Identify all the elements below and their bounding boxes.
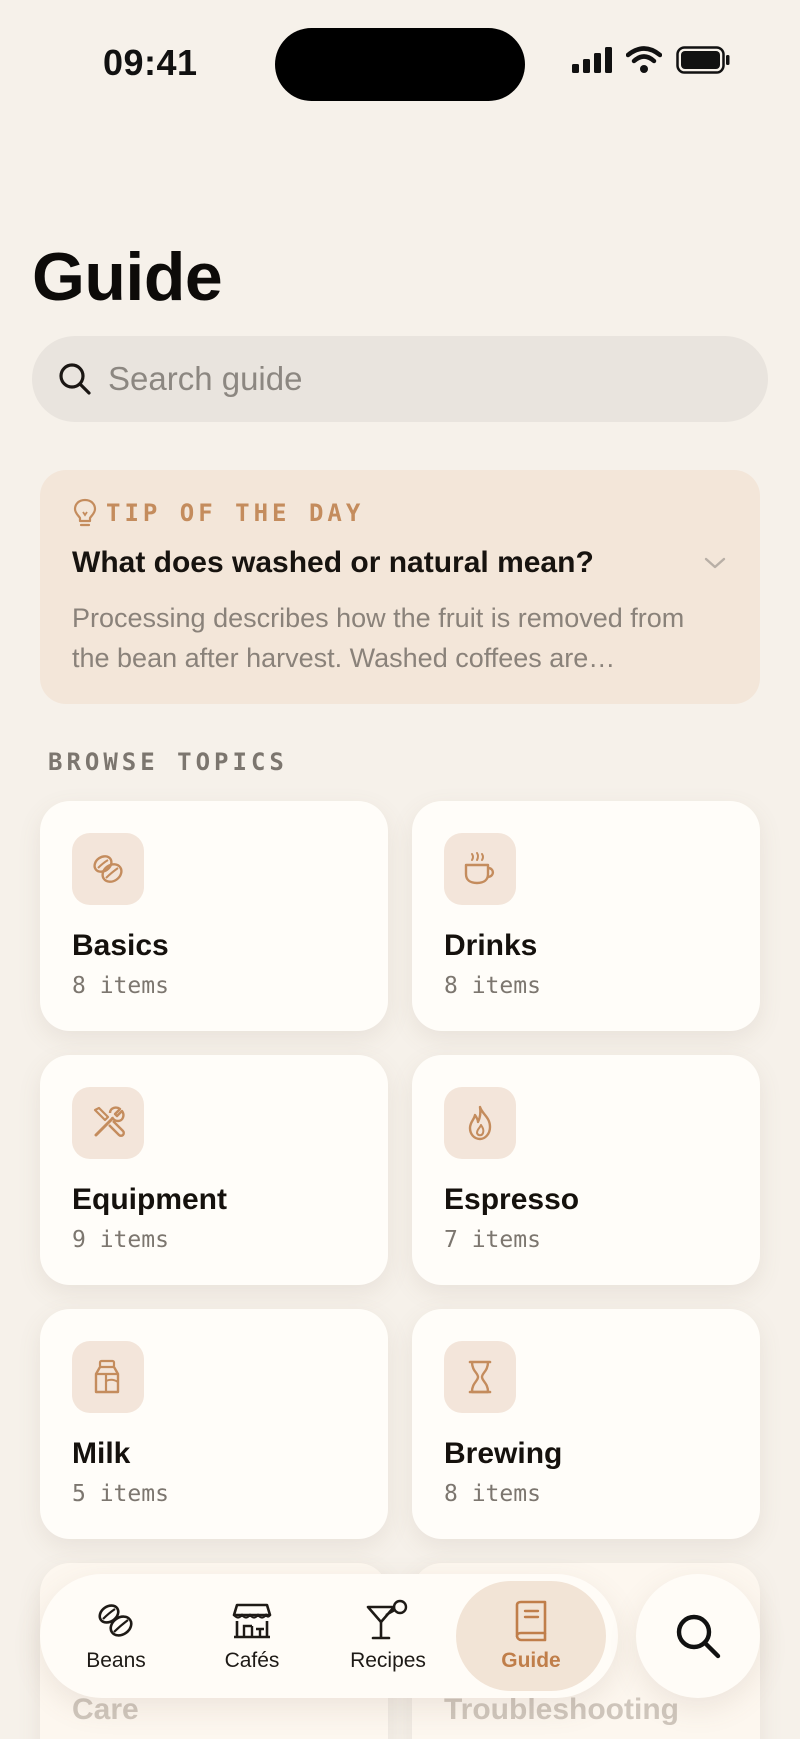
topic-icon-container (444, 833, 516, 905)
topic-card-brewing[interactable]: Brewing 8 items (412, 1309, 760, 1539)
coffee-cup-icon (464, 852, 495, 885)
coffee-bean-icon (93, 855, 123, 883)
tab-beans[interactable]: Beans (48, 1581, 184, 1691)
topic-icon-container (444, 1087, 516, 1159)
status-icons (572, 46, 730, 74)
flame-icon (468, 1105, 492, 1141)
topic-card-equipment[interactable]: Equipment 9 items (40, 1055, 388, 1285)
dynamic-island (275, 28, 525, 101)
tab-recipes[interactable]: Recipes (320, 1581, 456, 1691)
status-bar: 09:41 (0, 0, 800, 130)
cafe-icon (232, 1603, 272, 1639)
tab-label: Beans (86, 1649, 146, 1672)
topic-count: 8 items (444, 1481, 541, 1507)
tip-of-the-day-card[interactable]: TIP OF THE DAY What does washed or natur… (40, 470, 760, 704)
tab-cafes[interactable]: Cafés (184, 1581, 320, 1691)
beans-icon (98, 1604, 133, 1637)
tip-eyebrow: TIP OF THE DAY (72, 498, 728, 528)
tab-label: Guide (501, 1649, 561, 1672)
wifi-icon (626, 46, 662, 73)
hourglass-icon (468, 1360, 492, 1394)
topic-icon-container (72, 1087, 144, 1159)
tip-eyebrow-label: TIP OF THE DAY (106, 499, 365, 527)
status-time: 09:41 (103, 42, 198, 83)
search-fab-button[interactable] (636, 1574, 760, 1698)
tab-label: Recipes (350, 1649, 426, 1672)
topic-count: 5 items (72, 1481, 169, 1507)
topic-icon-container (72, 1341, 144, 1413)
topic-name: Basics (72, 929, 169, 962)
topic-count: 7 items (444, 1227, 541, 1253)
topic-card-drinks[interactable]: Drinks 8 items (412, 801, 760, 1031)
topic-card-milk[interactable]: Milk 5 items (40, 1309, 388, 1539)
topic-name: Care (72, 1693, 139, 1726)
page-title: Guide (32, 239, 223, 315)
topic-name: Brewing (444, 1437, 563, 1470)
tip-answer: Processing describes how the fruit is re… (72, 603, 685, 673)
tab-bar: Beans Cafés Recipes Guide (40, 1574, 618, 1698)
milk-carton-icon (94, 1359, 120, 1394)
battery-icon (676, 46, 730, 74)
tip-question-row[interactable]: What does washed or natural mean? (72, 546, 728, 580)
topic-name: Equipment (72, 1183, 227, 1216)
search-icon (59, 363, 91, 395)
topic-count: 8 items (444, 973, 541, 999)
topic-name: Drinks (444, 929, 538, 962)
tab-label: Cafés (224, 1649, 280, 1672)
topic-count: 9 items (72, 1227, 169, 1253)
cocktail-icon (366, 1599, 408, 1640)
tab-guide[interactable]: Guide (456, 1581, 606, 1691)
chevron-down-icon[interactable] (702, 555, 728, 571)
topic-card-espresso[interactable]: Espresso 7 items (412, 1055, 760, 1285)
search-bar[interactable] (32, 336, 768, 422)
topic-icon-container (72, 833, 144, 905)
signal-icon (572, 47, 612, 73)
topic-count: 8 items (72, 973, 169, 999)
topic-name: Troubleshooting (444, 1693, 679, 1726)
topic-icon-container (444, 1341, 516, 1413)
lightbulb-icon (73, 498, 97, 527)
tip-question: What does washed or natural mean? (72, 546, 594, 579)
topic-name: Milk (72, 1437, 131, 1470)
tools-icon (93, 1106, 125, 1137)
browse-topics-heading: BROWSE TOPICS (48, 748, 288, 776)
search-input[interactable] (108, 360, 708, 398)
search-icon (676, 1614, 721, 1659)
topic-card-basics[interactable]: Basics 8 items (40, 801, 388, 1031)
topic-name: Espresso (444, 1183, 580, 1216)
book-icon (515, 1600, 547, 1642)
